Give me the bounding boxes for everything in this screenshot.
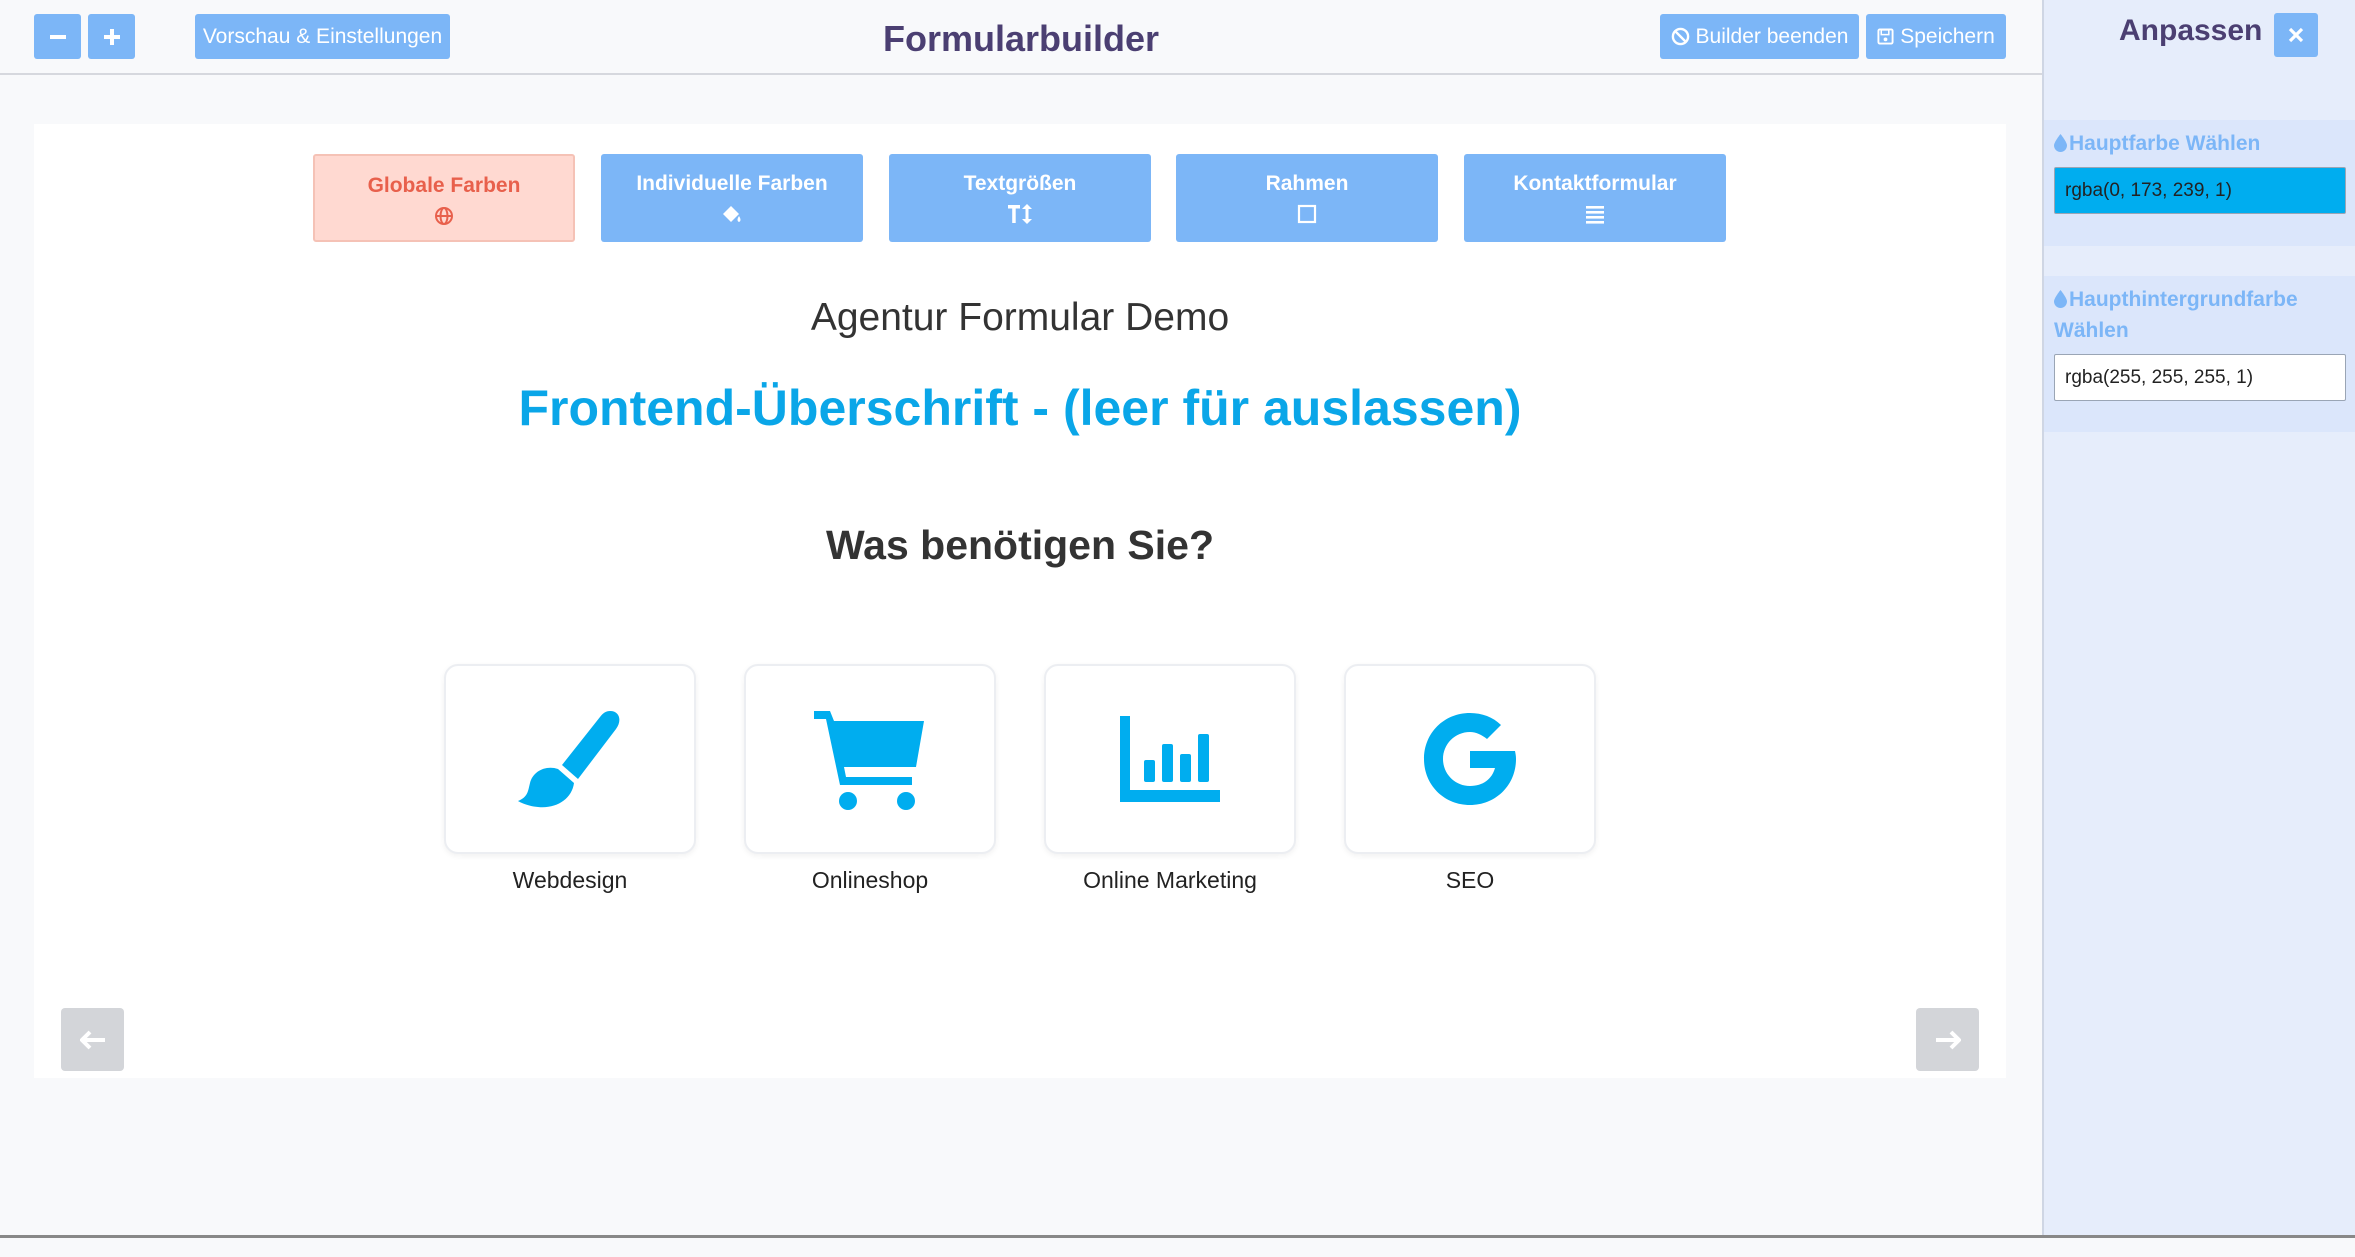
shopping-cart-icon [814, 711, 924, 810]
main-color-panel: Hauptfarbe Wählen rgba(0, 173, 239, 1) [2044, 120, 2355, 246]
tab-contact-form[interactable]: Kontaktformular [1464, 154, 1726, 242]
tab-label: Globale Farben [367, 174, 521, 197]
save-label: Speichern [1900, 24, 1995, 48]
option-card-seo[interactable] [1344, 664, 1596, 854]
tab-label: Rahmen [1265, 172, 1349, 195]
option-label: Online Marketing [1083, 867, 1257, 893]
paintbrush-icon [518, 711, 620, 808]
main-background-label-text: Haupthintergrundfarbe Wählen [2054, 288, 2298, 342]
main-background-panel: Haupthintergrundfarbe Wählen rgba(255, 2… [2044, 276, 2355, 432]
form-canvas: Globale Farben Individuelle Farben Textg… [34, 124, 2006, 1078]
prev-button[interactable] [61, 1008, 124, 1071]
ban-icon [1671, 27, 1689, 46]
main-background-label: Haupthintergrundfarbe Wählen [2054, 284, 2349, 346]
bar-chart-icon [1120, 716, 1220, 802]
option-card-onlineshop[interactable] [744, 664, 996, 854]
close-icon [2288, 27, 2304, 43]
sidebar-close-button[interactable] [2274, 13, 2318, 57]
main-color-label-text: Hauptfarbe Wählen [2069, 132, 2261, 155]
save-button[interactable]: Speichern [1866, 14, 2006, 59]
square-icon [1176, 204, 1438, 226]
form-title[interactable]: Agentur Formular Demo [34, 296, 2006, 340]
top-bar: Vorschau & Einstellungen Formularbuilder… [0, 0, 2042, 75]
arrow-left-icon [79, 1030, 105, 1049]
tab-label: Textgrößen [963, 172, 1077, 195]
question-heading[interactable]: Was benötigen Sie? [34, 522, 2006, 569]
frontend-heading[interactable]: Frontend-Überschrift - (leer für auslass… [34, 379, 2006, 437]
option-label: Onlineshop [811, 867, 929, 893]
sidebar-title: Anpassen [2119, 14, 2263, 47]
floppy-disk-icon [1877, 28, 1894, 45]
exit-builder-label: Builder beenden [1695, 24, 1849, 48]
option-card-online-marketing[interactable] [1044, 664, 1296, 854]
arrow-right-icon [1935, 1030, 1961, 1049]
tab-individual-colors[interactable]: Individuelle Farben [601, 154, 863, 242]
list-icon [1464, 204, 1726, 226]
main-color-label: Hauptfarbe Wählen [2054, 128, 2349, 159]
next-button[interactable] [1916, 1008, 1979, 1071]
tab-border[interactable]: Rahmen [1176, 154, 1438, 242]
main-background-input[interactable]: rgba(255, 255, 255, 1) [2054, 354, 2346, 401]
tab-label: Kontaktformular [1513, 172, 1677, 195]
window-bottom-border [0, 1235, 2355, 1238]
google-icon [1424, 713, 1516, 805]
option-label: SEO [1445, 867, 1495, 893]
customize-sidebar: Anpassen Hauptfarbe Wählen rgba(0, 173, … [2042, 0, 2355, 1237]
tab-global-colors[interactable]: Globale Farben [313, 154, 575, 242]
option-card-webdesign[interactable] [444, 664, 696, 854]
option-label: Webdesign [512, 867, 628, 893]
droplet-icon [2054, 290, 2067, 308]
tab-text-sizes[interactable]: Textgrößen [889, 154, 1151, 242]
paint-bucket-icon [601, 204, 863, 226]
droplet-icon [2054, 134, 2067, 152]
text-height-icon [889, 204, 1151, 226]
exit-builder-button[interactable]: Builder beenden [1660, 14, 1859, 59]
tab-label: Individuelle Farben [636, 172, 828, 195]
globe-icon [315, 206, 573, 228]
main-color-input[interactable]: rgba(0, 173, 239, 1) [2054, 167, 2346, 214]
